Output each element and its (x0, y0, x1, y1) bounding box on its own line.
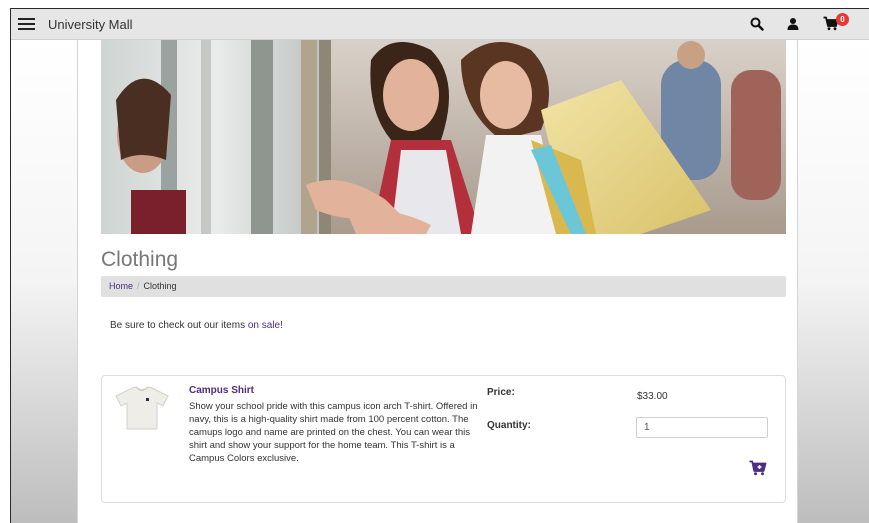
add-to-cart-icon[interactable] (749, 460, 767, 481)
left-background-panel (11, 40, 78, 523)
on-sale-link[interactable]: on sale! (248, 320, 283, 331)
price-label: Price: (487, 387, 515, 398)
product-name-link[interactable]: Campus Shirt (189, 385, 254, 396)
hero-banner-image (101, 40, 786, 234)
site-brand[interactable]: University Mall (48, 17, 133, 32)
breadcrumb: Home / Clothing (101, 276, 786, 297)
right-background-panel (797, 40, 869, 523)
intro-text: Be sure to check out our items (110, 320, 248, 331)
breadcrumb-separator: / (137, 281, 140, 291)
top-navbar: University Mall 0 (11, 9, 869, 40)
product-card: Campus Shirt Show your school pride with… (101, 375, 786, 503)
hamburger-menu-icon[interactable] (18, 15, 36, 33)
breadcrumb-current: Clothing (143, 281, 177, 291)
quantity-label: Quantity: (487, 420, 531, 431)
breadcrumb-home-link[interactable]: Home (109, 281, 133, 291)
quantity-input[interactable] (636, 417, 768, 438)
search-icon[interactable] (750, 17, 764, 36)
intro-message: Be sure to check out our items on sale! (110, 320, 283, 331)
cart-count-badge: 0 (836, 13, 849, 26)
product-description: Show your school pride with this campus … (189, 401, 478, 464)
product-thumbnail[interactable] (114, 386, 170, 435)
user-icon[interactable] (787, 17, 799, 36)
page-title: Clothing (101, 248, 179, 271)
price-value: $33.00 (637, 391, 668, 402)
